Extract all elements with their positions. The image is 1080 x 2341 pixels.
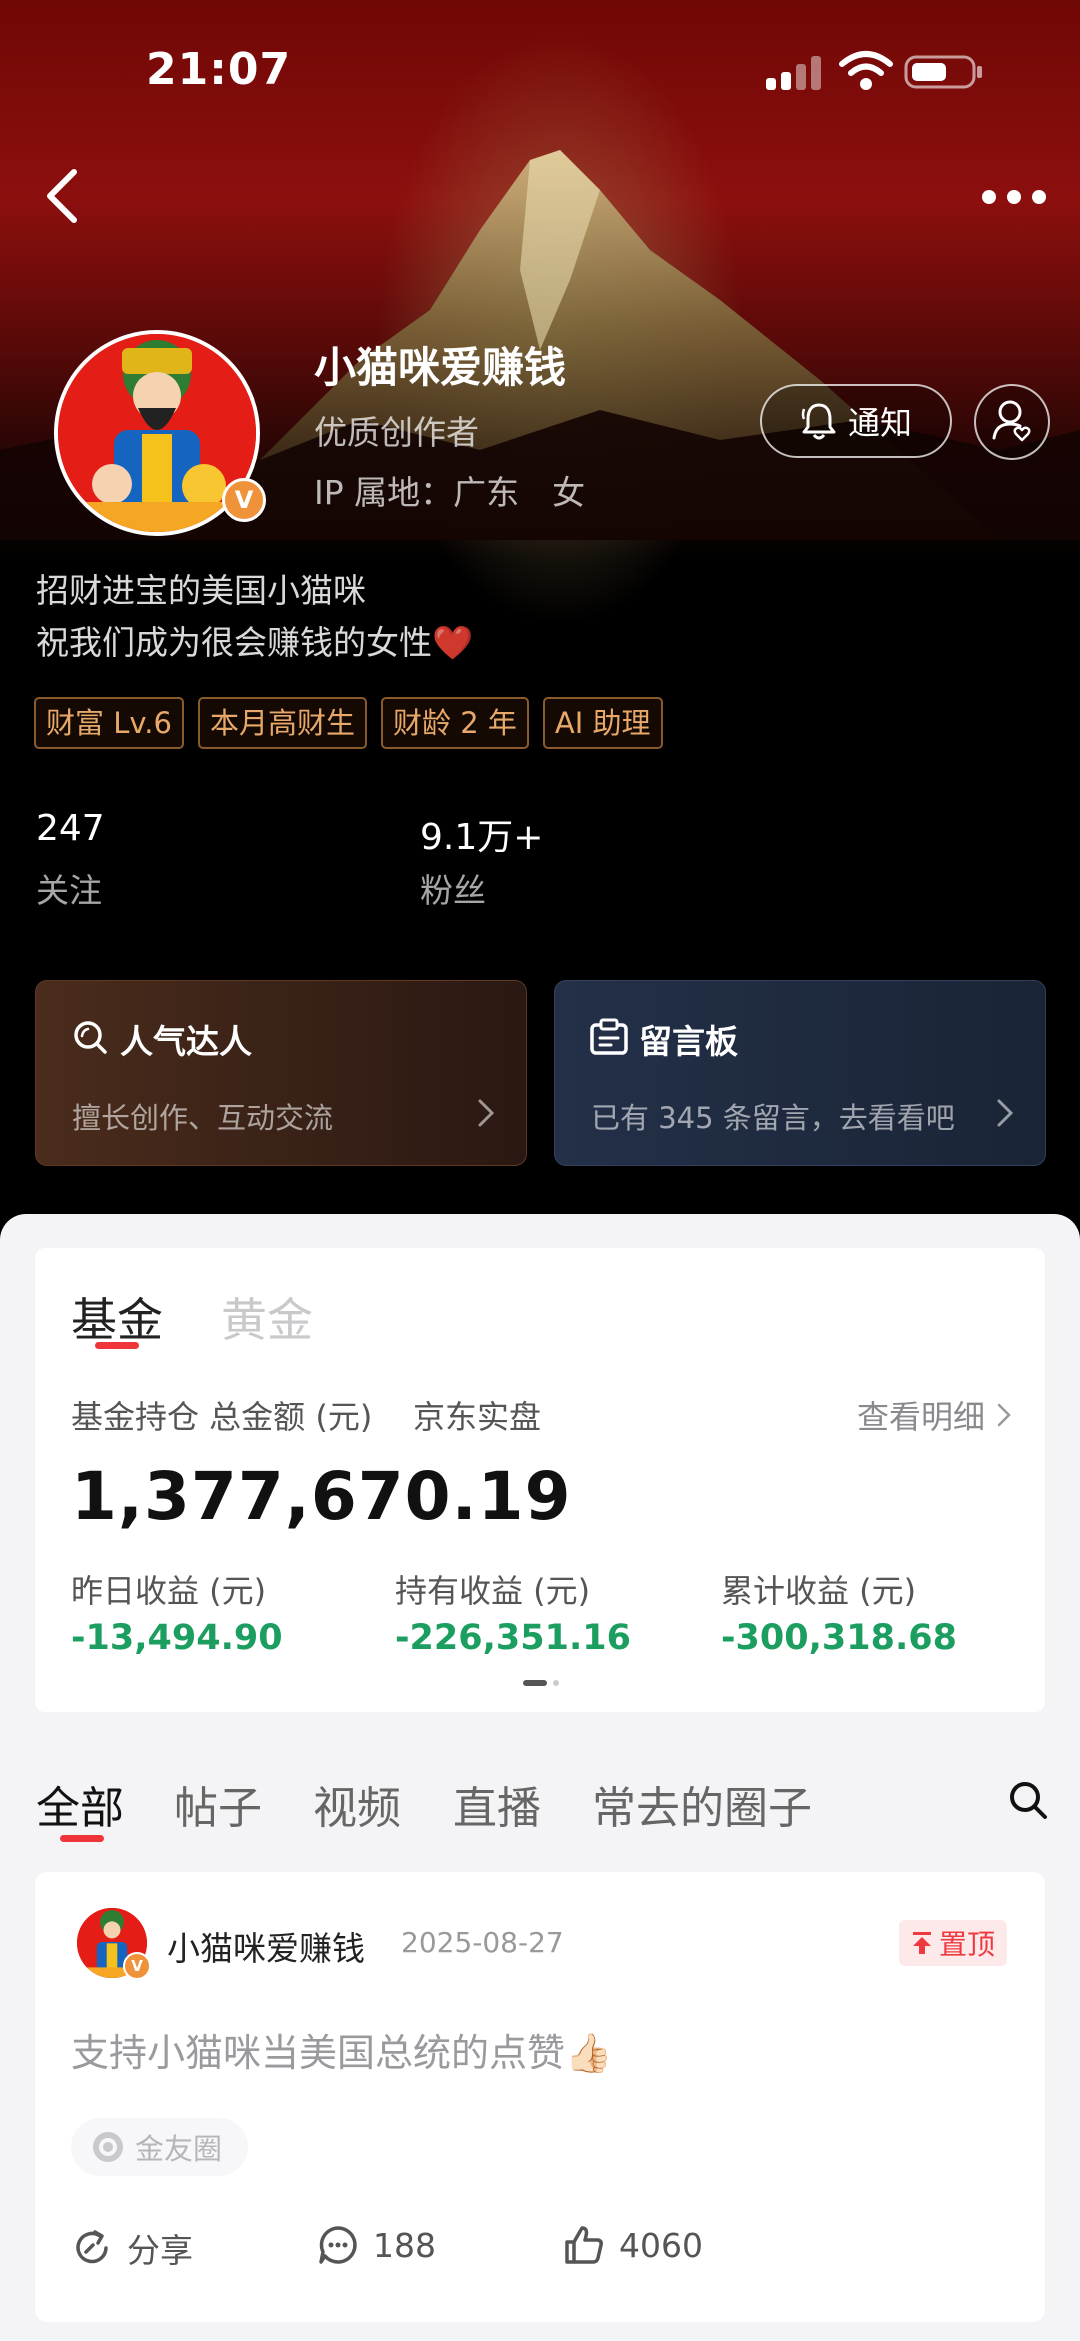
battery-icon	[904, 55, 982, 89]
message-board-card[interactable]: 留言板 已有 345 条留言，去看看吧	[554, 980, 1046, 1166]
verified-badge: V	[222, 478, 266, 522]
tab-videos[interactable]: 视频	[313, 1772, 401, 1836]
like-count: 4060	[619, 2225, 703, 2265]
tab-frequent-circles[interactable]: 常去的圈子	[592, 1772, 812, 1836]
view-details-label: 查看明细	[856, 1398, 985, 1436]
comment-button[interactable]: 188	[317, 2224, 436, 2266]
following-count: 247	[36, 808, 105, 849]
share-button[interactable]: 分享	[71, 2224, 193, 2272]
creator-role: 优质创作者	[314, 413, 479, 452]
bell-icon	[801, 403, 836, 440]
followers-label: 粉丝	[420, 871, 486, 910]
popular-creator-card[interactable]: 人气达人 擅长创作、互动交流	[35, 980, 527, 1166]
pin-top-icon	[913, 1932, 931, 1954]
fund-holdings-card: 基金 黄金 基金持仓 总金额 (元) 京东实盘 查看明细 1,377,670.1…	[35, 1248, 1045, 1712]
tag-wealth-age[interactable]: 财龄 2 年	[380, 697, 529, 749]
cellular-signal-icon	[766, 56, 822, 90]
wifi-icon	[839, 51, 893, 90]
pinned-badge: 置顶	[899, 1920, 1008, 1966]
tab-live[interactable]: 直播	[453, 1772, 541, 1836]
comment-count: 188	[373, 2225, 436, 2265]
content-tab-indicator	[60, 1835, 104, 1842]
message-board-title: 留言板	[639, 1022, 738, 1061]
profile-tags: 财富 Lv.6 本月高财生 财龄 2 年 AI 助理	[34, 697, 663, 749]
post-author[interactable]: 小猫咪爱赚钱	[167, 1922, 365, 1970]
thumbs-up-icon	[565, 2226, 603, 2264]
chevron-right-icon	[997, 1099, 1014, 1127]
message-board-subtitle: 已有 345 条留言，去看看吧	[591, 1101, 955, 1135]
back-button[interactable]	[38, 164, 88, 228]
pinned-label: 置顶	[939, 1928, 996, 1961]
profile-nickname: 小猫咪爱赚钱	[314, 343, 567, 392]
notify-button[interactable]: 通知	[760, 384, 952, 458]
post-content[interactable]: 支持小猫咪当美国总统的点赞👍🏻	[71, 2022, 612, 2077]
circle-target-icon	[93, 2132, 123, 2162]
active-tab-indicator	[95, 1342, 139, 1349]
followers-count: 9.1万+	[420, 817, 544, 858]
holding-total-label: 基金持仓 总金额 (元)	[71, 1398, 373, 1436]
user-heart-icon	[992, 400, 1031, 442]
search-icon	[74, 1021, 107, 1054]
cumulative-profit-label: 累计收益 (元)	[721, 1572, 917, 1610]
tab-fund[interactable]: 基金	[71, 1284, 163, 1350]
ip-location: IP 属地：广东 女	[314, 473, 586, 512]
circle-chip[interactable]: 金友圈	[71, 2118, 249, 2176]
cumulative-profit-value: -300,318.68	[721, 1618, 957, 1658]
bio-line-2: 祝我们成为很会赚钱的女性❤️	[36, 623, 474, 662]
profile-avatar[interactable]: V	[54, 330, 266, 536]
pinned-post-card[interactable]: V 小猫咪爱赚钱 2025-08-27 置顶 支持小猫咪当美国总统的点赞👍🏻 金…	[35, 1872, 1045, 2322]
yesterday-profit-label: 昨日收益 (元)	[71, 1572, 267, 1610]
more-options-button[interactable]	[982, 186, 1048, 210]
tab-gold[interactable]: 黄金	[221, 1284, 313, 1350]
platform-label: 京东实盘	[413, 1398, 542, 1436]
tag-wealth-level[interactable]: 财富 Lv.6	[34, 697, 184, 749]
following-label: 关注	[36, 871, 102, 910]
holding-total-amount: 1,377,670.19	[71, 1458, 572, 1535]
comment-icon	[319, 2226, 357, 2264]
bio-line-1: 招财进宝的美国小猫咪	[36, 571, 366, 610]
tag-monthly-top[interactable]: 本月高财生	[197, 697, 367, 749]
chevron-right-icon	[478, 1099, 495, 1127]
notify-label: 通知	[847, 404, 912, 442]
share-icon	[76, 2230, 108, 2264]
follow-button[interactable]	[974, 384, 1050, 460]
popular-card-title: 人气达人	[120, 1022, 252, 1061]
post-date: 2025-08-27	[401, 1926, 564, 1959]
message-board-icon	[590, 1018, 628, 1055]
verified-badge: V	[123, 1952, 151, 1980]
tag-ai-assistant[interactable]: AI 助理	[542, 697, 663, 749]
tab-all[interactable]: 全部	[36, 1772, 124, 1836]
status-time: 21:07	[146, 44, 292, 95]
yesterday-profit-value: -13,494.90	[71, 1618, 283, 1658]
search-icon[interactable]	[1006, 1778, 1050, 1822]
status-bar: 21:07	[0, 0, 1080, 140]
like-button[interactable]: 4060	[563, 2224, 703, 2266]
share-label: 分享	[127, 2231, 193, 2270]
holding-profit-label: 持有收益 (元)	[395, 1572, 591, 1610]
tab-posts[interactable]: 帖子	[174, 1772, 262, 1836]
view-details-link[interactable]: 查看明细	[857, 1392, 1011, 1438]
holding-profit-value: -226,351.16	[395, 1618, 631, 1658]
chevron-right-icon	[997, 1403, 1011, 1427]
popular-card-subtitle: 擅长创作、互动交流	[72, 1101, 334, 1135]
circle-name: 金友圈	[135, 2132, 223, 2166]
